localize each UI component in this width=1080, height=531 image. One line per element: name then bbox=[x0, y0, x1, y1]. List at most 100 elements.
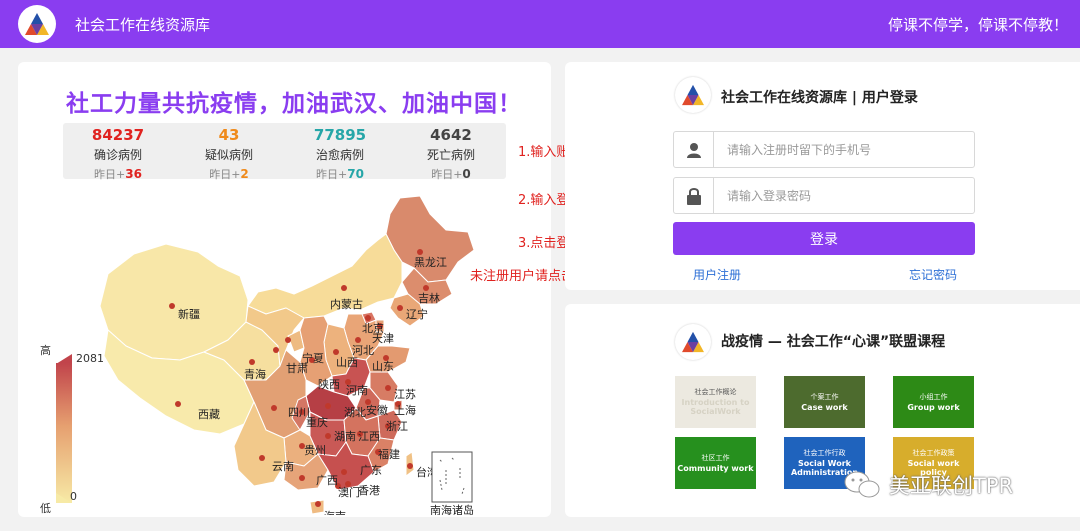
wechat-icon bbox=[844, 471, 880, 498]
stat-suspected: 43 疑似病例 昨日+2 bbox=[174, 126, 284, 182]
top-bar: 社会工作在线资源库 停课不停学，停课不停教！ bbox=[0, 0, 1080, 48]
course-card[interactable]: 个案工作 Case work bbox=[784, 376, 865, 428]
yesterday-prefix: 昨日+ bbox=[94, 168, 126, 181]
province-label: 内蒙古 bbox=[330, 297, 363, 311]
province-label: 青海 bbox=[244, 367, 266, 381]
epidemic-panel: 社工力量共抗疫情，加油武汉、加油中国！ 84237 确诊病例 昨日+36 43 … bbox=[18, 62, 551, 517]
course-card[interactable]: 社会工作概论 Introduction to SocialWork bbox=[675, 376, 756, 428]
yesterday-prefix: 昨日+ bbox=[316, 168, 348, 181]
province-label: 辽宁 bbox=[406, 307, 428, 321]
logo-triangle-icon bbox=[25, 13, 49, 35]
province-label: 湖北 bbox=[344, 406, 366, 419]
legend-high-label: 高 bbox=[40, 344, 51, 357]
login-button[interactable]: 登录 bbox=[673, 222, 975, 255]
site-logo[interactable] bbox=[18, 5, 56, 43]
stat-confirmed: 84237 确诊病例 昨日+36 bbox=[63, 126, 173, 182]
stat-value: 77895 bbox=[313, 126, 367, 144]
legend-low-label: 低 bbox=[40, 502, 51, 515]
province-label: 甘肃 bbox=[286, 362, 308, 375]
course-en: Introduction to SocialWork bbox=[681, 398, 750, 416]
legend-max: 2081 bbox=[76, 352, 104, 365]
province-label: 吉林 bbox=[418, 291, 440, 305]
course-cn: 社会工作政策 bbox=[912, 449, 955, 458]
province-label: 江苏 bbox=[394, 388, 416, 401]
stat-label: 死亡病例 bbox=[426, 148, 475, 162]
course-logo bbox=[675, 324, 711, 360]
watermark-text: 美亚联创TPR bbox=[889, 474, 1014, 498]
stat-yesterday: 昨日+36 bbox=[63, 166, 173, 182]
site-title[interactable]: 社会工作在线资源库 bbox=[75, 14, 210, 35]
course-cn: 社区工作 bbox=[701, 453, 730, 462]
province-label: 山东 bbox=[372, 360, 394, 373]
province-label: 西藏 bbox=[198, 408, 220, 421]
province-label: 天津 bbox=[372, 332, 394, 345]
course-en: Group work bbox=[907, 402, 960, 412]
course-cn: 小组工作 bbox=[919, 392, 948, 401]
login-panel: 社会工作在线资源库 | 用户登录 登录 用户注册 忘记密码 bbox=[565, 62, 1080, 290]
province-label: 南海诸岛 bbox=[430, 503, 474, 515]
province-label: 河南 bbox=[346, 384, 368, 397]
course-en: Community work bbox=[677, 463, 754, 473]
province-label: 广西 bbox=[316, 474, 338, 487]
password-input[interactable] bbox=[715, 178, 973, 213]
user-icon bbox=[674, 132, 714, 167]
yesterday-value: 0 bbox=[462, 167, 471, 181]
stat-value: 43 bbox=[218, 126, 240, 144]
province-label: 广东 bbox=[360, 464, 382, 477]
stat-label: 治愈病例 bbox=[315, 148, 364, 162]
province-label: 云南 bbox=[272, 460, 294, 473]
stat-label: 疑似病例 bbox=[204, 148, 253, 162]
yesterday-prefix: 昨日+ bbox=[431, 168, 463, 181]
province-label: 山西 bbox=[336, 356, 358, 369]
stat-yesterday: 昨日+0 bbox=[396, 166, 506, 182]
color-legend bbox=[56, 363, 72, 503]
login-logo bbox=[675, 77, 711, 113]
province-label: 新疆 bbox=[178, 307, 200, 321]
course-cn: 社会工作行政 bbox=[803, 449, 846, 458]
lock-icon bbox=[674, 178, 714, 213]
login-heading: 社会工作在线资源库 | 用户登录 bbox=[721, 90, 918, 106]
stat-value: 84237 bbox=[91, 126, 145, 144]
phone-input[interactable] bbox=[715, 132, 973, 167]
stat-yesterday: 昨日+70 bbox=[285, 166, 395, 182]
logo-triangle-icon bbox=[682, 84, 704, 106]
province-label: 福建 bbox=[378, 447, 400, 461]
province-neimenggu bbox=[247, 233, 403, 319]
epidemic-stats: 84237 确诊病例 昨日+36 43 疑似病例 昨日+2 77895 治愈病例… bbox=[63, 123, 506, 182]
province-label: 陕西 bbox=[318, 377, 340, 391]
password-field bbox=[673, 177, 975, 214]
epidemic-headline: 社工力量共抗疫情，加油武汉、加油中国！ bbox=[66, 91, 522, 117]
stat-yesterday: 昨日+2 bbox=[174, 166, 284, 182]
stat-cured: 77895 治愈病例 昨日+70 bbox=[285, 126, 395, 182]
course-cn: 个案工作 bbox=[810, 392, 839, 401]
province-label: 海南 bbox=[324, 509, 346, 515]
china-epidemic-map[interactable]: 黑龙江 吉林 辽宁 内蒙古 北京 天津 河北 山西 山东 新疆 宁夏 青海 甘肃… bbox=[48, 190, 518, 515]
course-cn: 社会工作概论 bbox=[694, 388, 737, 397]
course-card[interactable]: 社区工作 Community work bbox=[675, 437, 756, 489]
stat-value: 4642 bbox=[430, 126, 472, 144]
legend-min: 0 bbox=[70, 490, 77, 503]
course-en: Case work bbox=[801, 402, 848, 412]
yesterday-prefix: 昨日+ bbox=[209, 168, 241, 181]
yesterday-value: 70 bbox=[347, 167, 364, 181]
province-label: 安徽 bbox=[366, 403, 388, 417]
province-label: 贵州 bbox=[304, 444, 326, 457]
province-label: 重庆 bbox=[306, 415, 328, 429]
yesterday-value: 2 bbox=[240, 167, 249, 181]
header-slogan: 停课不停学，停课不停教！ bbox=[887, 16, 1068, 34]
province-label: 湖南 bbox=[334, 430, 356, 443]
province-label: 黑龙江 bbox=[414, 256, 447, 269]
register-link[interactable]: 用户注册 bbox=[693, 266, 741, 283]
course-card[interactable]: 小组工作 Group work bbox=[893, 376, 974, 428]
phone-field bbox=[673, 131, 975, 168]
province-label: 澳门 bbox=[338, 485, 360, 499]
course-heading: 战疫情 — 社会工作“心课”联盟课程 bbox=[721, 334, 946, 350]
forgot-password-link[interactable]: 忘记密码 bbox=[909, 266, 957, 283]
stat-label: 确诊病例 bbox=[93, 148, 142, 162]
stat-deaths: 4642 死亡病例 昨日+0 bbox=[396, 126, 506, 182]
province-label: 浙江 bbox=[386, 420, 408, 433]
province-label: 上海 bbox=[394, 403, 416, 417]
watermark: 美亚联创TPR bbox=[843, 470, 1013, 500]
logo-triangle-icon bbox=[682, 331, 704, 353]
yesterday-value: 36 bbox=[125, 167, 142, 181]
